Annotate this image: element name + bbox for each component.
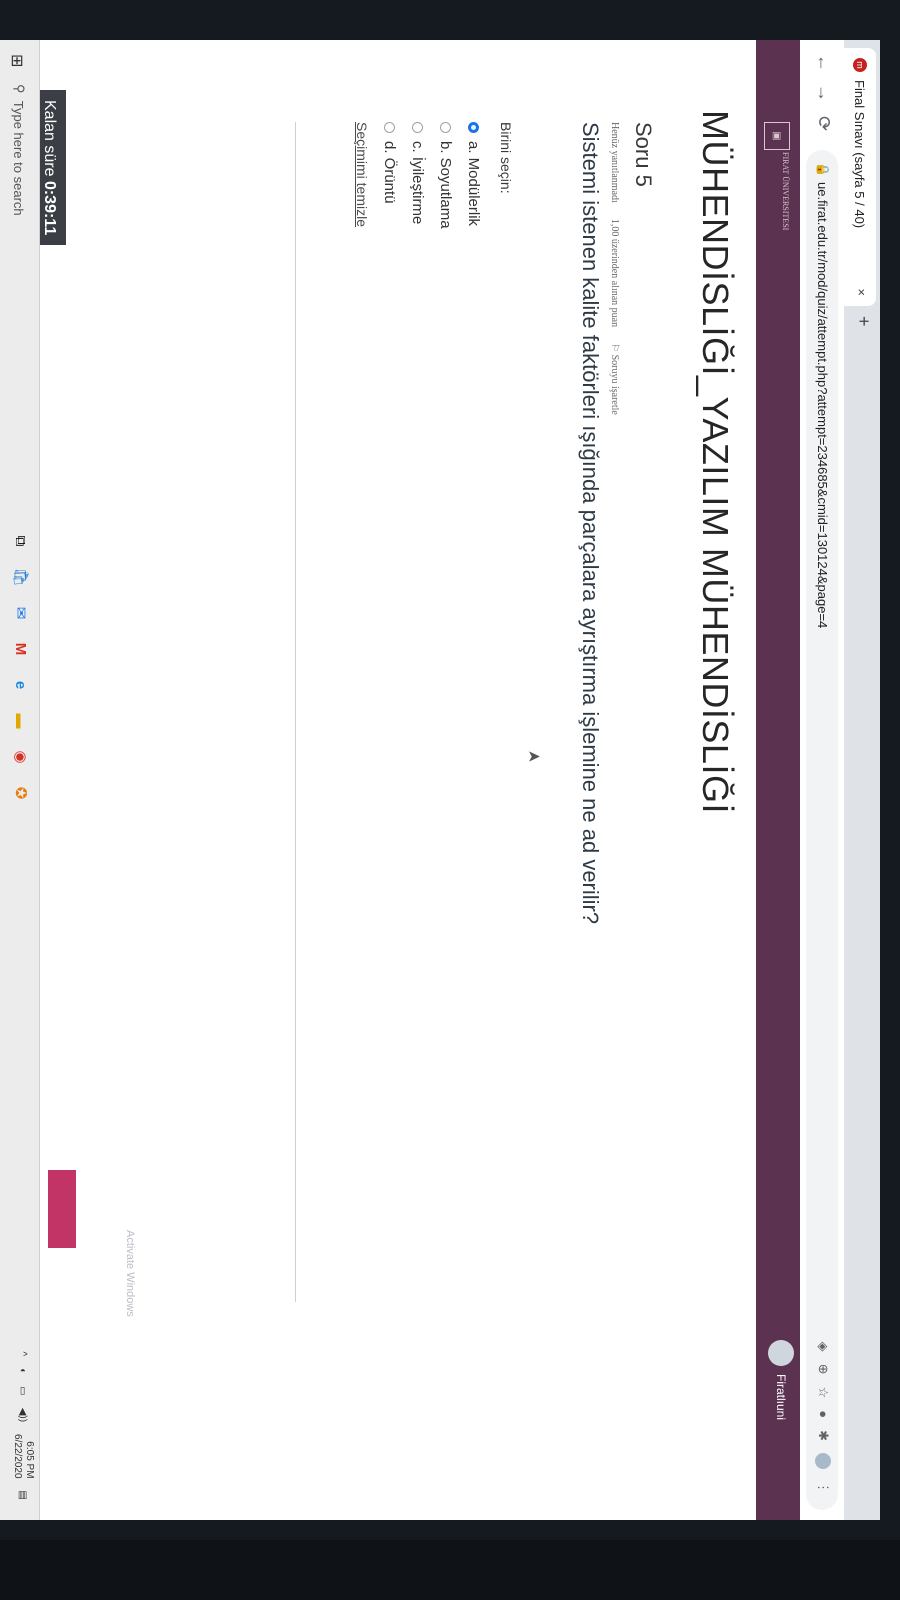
clock-time: 6:05 PM: [24, 1441, 35, 1479]
radio-c[interactable]: [412, 122, 424, 133]
volume-icon[interactable]: ◀)): [18, 1408, 29, 1422]
network-icon[interactable]: ◐: [18, 1368, 29, 1374]
flag-question-label: Soruyu işaretle: [609, 354, 620, 415]
forward-arrow-icon[interactable]: →: [813, 84, 834, 102]
url-text[interactable]: ue.firat.edu.tr/mod/quiz/attempt.php?att…: [815, 182, 830, 628]
option-c-label[interactable]: c. İyileştirme: [410, 141, 427, 224]
option-a-label[interactable]: a. Modülerlik: [466, 141, 483, 226]
task-view-icon[interactable]: ⧉: [9, 530, 31, 552]
store-icon[interactable]: 🛍: [9, 566, 31, 588]
flag-icon: ⚐: [609, 343, 620, 355]
screen-wrap: m Final Sınavı (sayfa 5 / 40) × + ← → ⟳ …: [0, 0, 900, 1600]
gmail-icon[interactable]: M: [9, 638, 31, 660]
option-b-label[interactable]: b. Soyutlama: [438, 141, 455, 229]
activate-windows-watermark: Activate Windows: [124, 1230, 136, 1317]
question-block: Soru 5 Henüz yanıtlanmadı 1,00 üzerinden…: [577, 122, 656, 1222]
question-meta: Henüz yanıtlanmadı 1,00 üzerinden alınan…: [609, 122, 620, 1222]
menu-kebab-icon[interactable]: ⋮: [815, 1481, 831, 1494]
page-title: MÜHENDİSLİĞİ_YAZILIM MÜHENDİSLİĞİ: [695, 110, 736, 814]
bookmark-star-icon[interactable]: ☆: [815, 1387, 831, 1399]
flag-question-link[interactable]: ⚐ Soruyu işaretle: [609, 343, 620, 415]
option-c[interactable]: c. İyileştirme: [404, 122, 432, 229]
file-explorer-icon[interactable]: ▬: [9, 710, 31, 732]
section-divider: [295, 122, 296, 1302]
question-status: Henüz yanıtlanmadı: [609, 122, 620, 203]
browser-tab[interactable]: m Final Sınavı (sayfa 5 / 40) ×: [844, 48, 876, 306]
user-menu[interactable]: Firatlıuni: [768, 1340, 794, 1420]
laptop-bezel-bottom: [0, 1540, 900, 1600]
university-logo-text: FIRAT ÜNIVERSITESI: [781, 152, 790, 231]
laptop-screen: m Final Sınavı (sayfa 5 / 40) × + ← → ⟳ …: [0, 40, 880, 1520]
new-tab-button[interactable]: +: [853, 316, 874, 327]
browser-tab-bar: m Final Sınavı (sayfa 5 / 40) × +: [844, 40, 880, 1520]
search-icon: ⚲: [12, 84, 27, 101]
university-logo-icon[interactable]: ▣: [764, 122, 790, 150]
lock-icon: 🔒: [816, 162, 830, 177]
site-navbar: ▣ FIRAT ÜNIVERSITESI Firatlıuni: [756, 40, 800, 1520]
mail-icon[interactable]: ✉: [9, 602, 31, 624]
extension-icon-3[interactable]: ✱: [815, 1430, 831, 1441]
notifications-icon[interactable]: ▤: [18, 1491, 29, 1500]
edge-icon[interactable]: e: [9, 674, 31, 696]
radio-d[interactable]: [384, 122, 396, 133]
reload-icon[interactable]: ⟳: [813, 116, 834, 131]
taskbar-search[interactable]: ⚲ Type here to search: [3, 84, 35, 424]
extension-icon-2[interactable]: ●: [815, 1410, 831, 1418]
address-bar[interactable]: 🔒 ue.firat.edu.tr/mod/quiz/attempt.php?a…: [806, 150, 838, 1510]
extension-icon[interactable]: ◈: [815, 1342, 831, 1352]
radio-b[interactable]: [440, 122, 452, 133]
user-name[interactable]: Firatlıuni: [774, 1374, 788, 1420]
quiz-page: MÜHENDİSLİĞİ_YAZILIM MÜHENDİSLİĞİ Soru 5…: [32, 40, 756, 1520]
answer-block: Birini seçin: a. Modülerlik b. Soyutlama…: [354, 122, 514, 229]
next-page-button[interactable]: [48, 1170, 76, 1248]
address-bar-icons: ◈ ⊕ ☆ ● ✱ ⋮: [815, 1342, 831, 1494]
system-tray: ^ ◐ ▭ ◀)) 6:05 PM 6/22/2020 ▤: [11, 1351, 35, 1500]
radio-a[interactable]: [468, 122, 480, 133]
chrome-icon[interactable]: ◉: [9, 746, 31, 768]
option-d[interactable]: d. Örüntü: [376, 122, 404, 229]
mouse-cursor-icon: ➤: [527, 748, 541, 766]
zoom-icon[interactable]: ⊕: [815, 1364, 831, 1375]
battery-icon[interactable]: ▭: [18, 1386, 29, 1395]
timer-label: Kalan süre: [41, 100, 58, 177]
back-arrow-icon[interactable]: ←: [813, 54, 834, 72]
browser-toolbar: ← → ⟳ 🔒 ue.firat.edu.tr/mod/quiz/attempt…: [799, 40, 844, 1520]
tray-chevron-icon[interactable]: ^: [18, 1351, 29, 1356]
windows-taskbar: ⊞ ⚲ Type here to search ⧉ 🛍 ✉ M e ▬ ◉ ✪ …: [0, 40, 40, 1520]
option-d-label[interactable]: d. Örüntü: [382, 141, 399, 204]
user-avatar[interactable]: [768, 1340, 794, 1366]
blender-icon[interactable]: ✪: [9, 782, 31, 804]
question-title: Soru 5: [631, 122, 656, 187]
search-placeholder[interactable]: Type here to search: [12, 101, 27, 216]
profile-avatar-icon[interactable]: [815, 1453, 831, 1469]
tab-close-icon[interactable]: ×: [854, 288, 869, 296]
taskbar-apps: ⧉ 🛍 ✉ M e ▬ ◉ ✪: [9, 530, 31, 804]
moodle-favicon-icon: m: [853, 58, 867, 72]
option-b[interactable]: b. Soyutlama: [432, 122, 460, 229]
select-label: Birini seçin:: [498, 122, 514, 194]
clear-selection-link[interactable]: Seçimimi temizle: [354, 122, 370, 229]
tab-title: Final Sınavı (sayfa 5 / 40): [852, 80, 868, 229]
clock-date: 6/22/2020: [12, 1434, 23, 1479]
option-a[interactable]: a. Modülerlik: [460, 122, 488, 229]
question-points: 1,00 üzerinden alınan puan: [609, 218, 620, 328]
timer-value: 0:39:11: [41, 180, 58, 236]
question-text: Sistemi istenen kalite faktörleri ışığın…: [578, 122, 603, 925]
windows-start-icon[interactable]: ⊞: [7, 54, 27, 67]
clock[interactable]: 6:05 PM 6/22/2020: [11, 1434, 35, 1479]
